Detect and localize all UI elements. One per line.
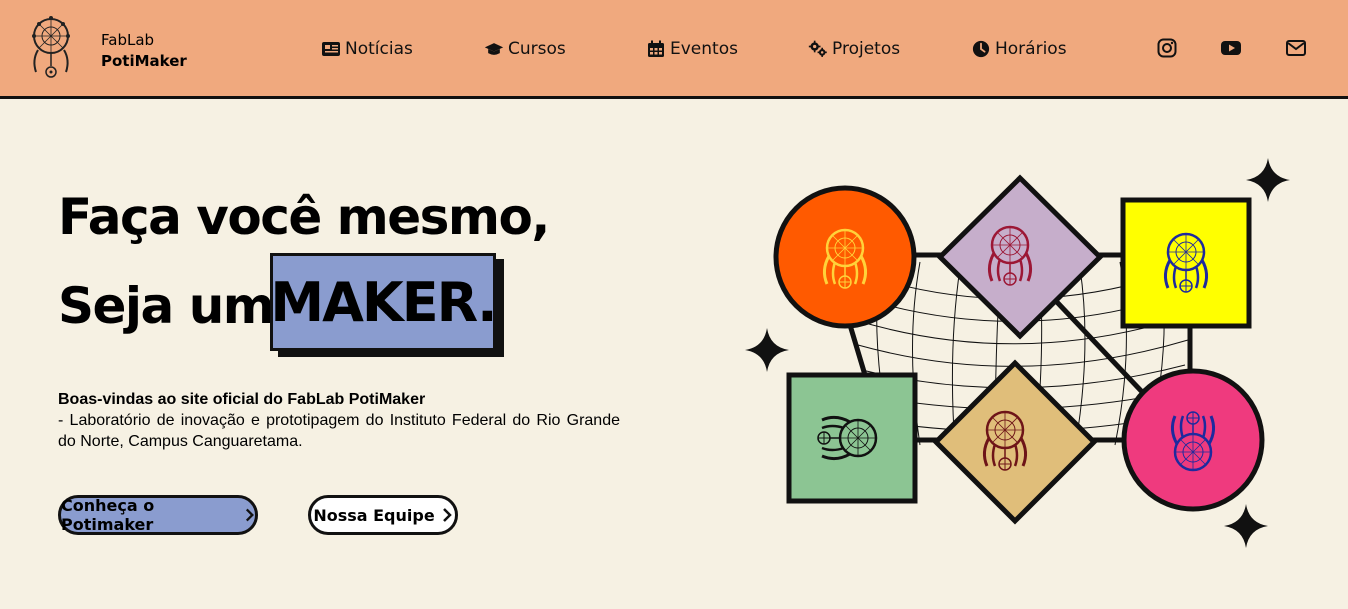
maker-highlight: MAKER. <box>270 253 498 351</box>
site-header: FabLab PotiMaker Notícias Cursos Eventos <box>0 0 1348 99</box>
nav-eventos[interactable]: Eventos <box>646 37 738 61</box>
nav-cursos[interactable]: Cursos <box>484 37 566 61</box>
nav-label: Projetos <box>832 39 901 59</box>
nav-label: Horários <box>995 39 1067 59</box>
graduation-cap-icon <box>484 43 504 55</box>
nav-label: Eventos <box>670 39 738 59</box>
maker-text: MAKER. <box>270 270 497 334</box>
about-button[interactable]: Conheça o Potimaker <box>58 495 258 535</box>
team-button-label: Nossa Equipe <box>313 505 435 525</box>
nav-label: Cursos <box>508 39 566 59</box>
dreamcatcher-logo[interactable] <box>24 14 78 82</box>
newspaper-icon <box>322 42 340 56</box>
welcome-block: Boas-vindas ao site oficial do FabLab Po… <box>58 389 620 452</box>
nav-projetos[interactable]: Projetos <box>808 37 900 61</box>
nav-label: Notícias <box>345 39 413 59</box>
hero-subtitle: Seja um <box>58 277 275 335</box>
youtube-icon[interactable] <box>1220 37 1242 59</box>
welcome-text: - Laboratório de inovação e prototipagem… <box>58 412 620 450</box>
brand-line1: FabLab <box>101 31 155 49</box>
clock-icon <box>972 40 990 58</box>
gears-icon <box>808 40 827 57</box>
brand-line2: PotiMaker <box>101 52 187 70</box>
chevron-right-icon <box>442 508 452 522</box>
welcome-title: Boas-vindas ao site oficial do FabLab Po… <box>58 391 426 408</box>
about-button-label: Conheça o Potimaker <box>61 496 155 534</box>
calendar-icon <box>648 40 664 57</box>
brand-name[interactable]: FabLab PotiMaker <box>101 30 187 72</box>
nav-noticias[interactable]: Notícias <box>321 37 413 61</box>
hero-title: Faça você mesmo, <box>58 188 550 246</box>
chevron-right-icon <box>245 508 254 522</box>
email-icon[interactable] <box>1285 37 1307 59</box>
team-button[interactable]: Nossa Equipe <box>308 495 458 535</box>
nav-horarios[interactable]: Horários <box>971 37 1067 61</box>
instagram-icon[interactable] <box>1156 37 1178 59</box>
hero-illustration <box>745 158 1290 548</box>
